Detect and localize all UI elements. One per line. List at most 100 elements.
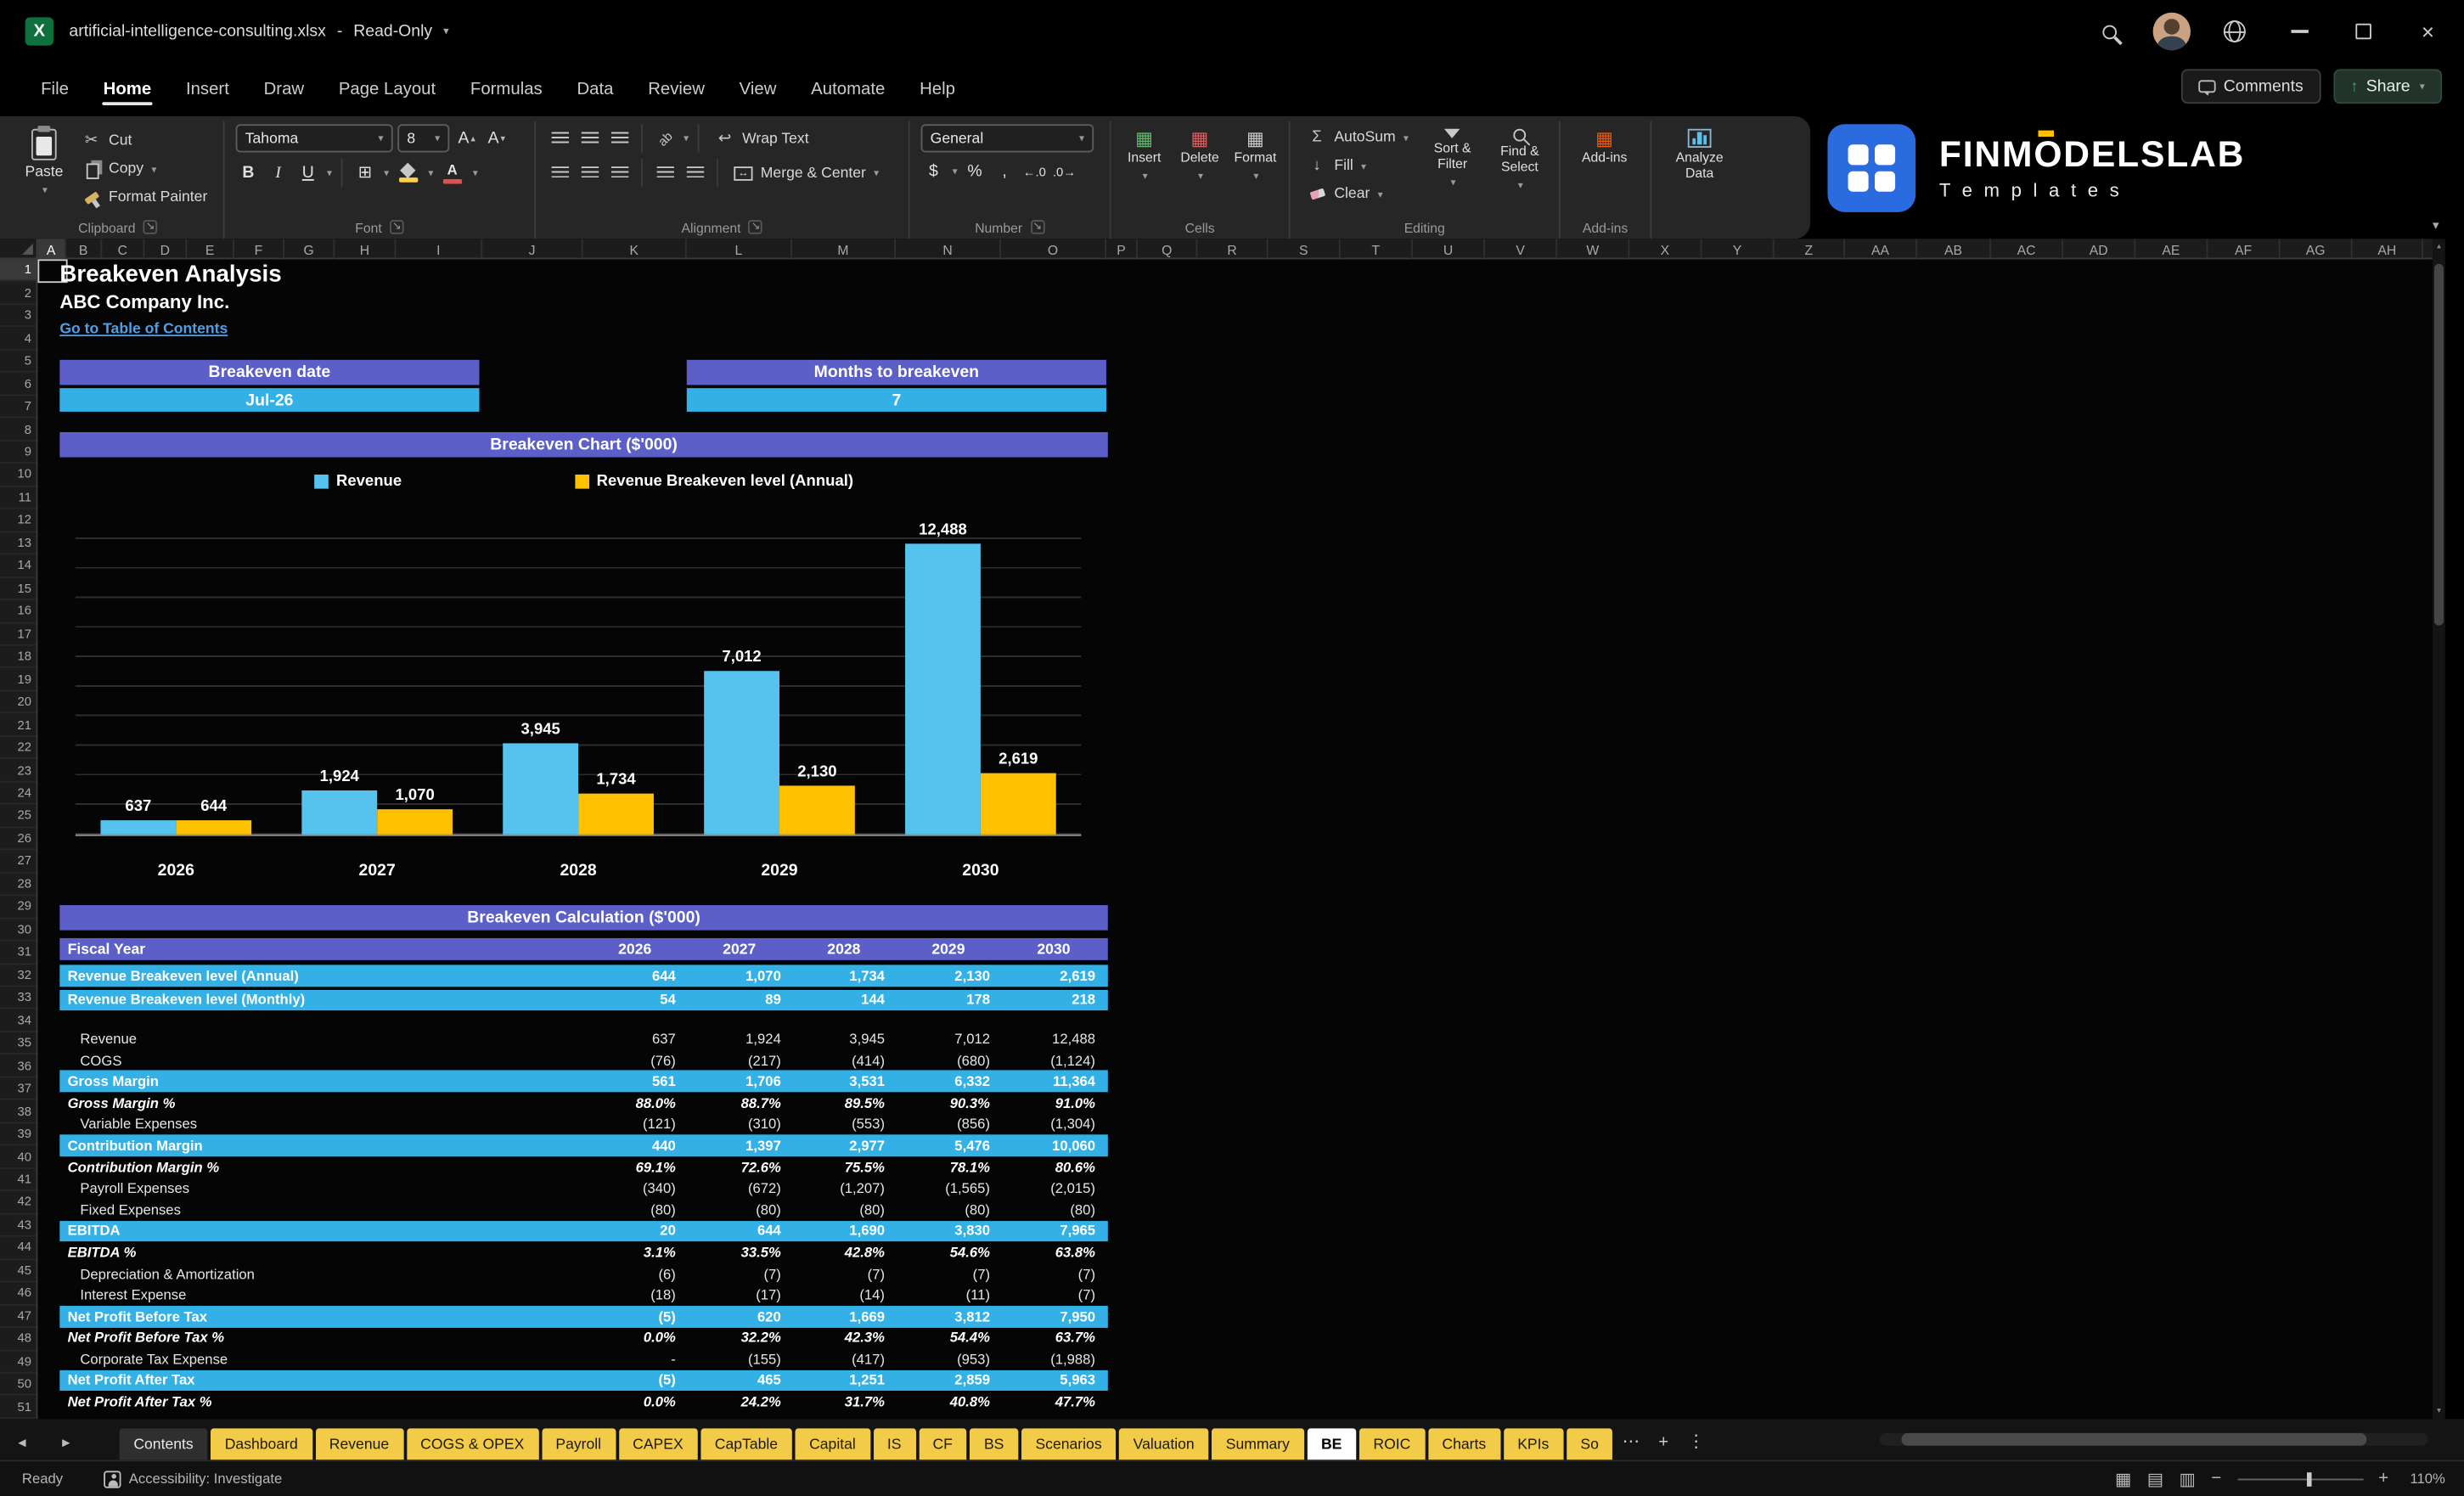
cell-value[interactable]: 31.7% [792, 1394, 896, 1410]
table-of-contents-link[interactable]: Go to Table of Contents [59, 321, 228, 338]
column-header-e[interactable]: E [187, 239, 234, 260]
row-header-32[interactable]: 32 [0, 965, 37, 987]
row-header-31[interactable]: 31 [0, 942, 37, 965]
clipboard-dialog-launcher[interactable]: ↘ [143, 220, 158, 234]
grow-font-button[interactable]: A ▴ [454, 126, 480, 151]
cell-value[interactable]: (5) [583, 1373, 687, 1389]
row-header-42[interactable]: 42 [0, 1191, 37, 1215]
row-header-12[interactable]: 12 [0, 509, 37, 532]
alignment-dialog-launcher[interactable]: ↘ [748, 220, 763, 234]
scroll-down-icon[interactable]: ▾ [2433, 1406, 2445, 1415]
cell-value[interactable]: (155) [687, 1351, 792, 1367]
row-header-6[interactable]: 6 [0, 373, 37, 396]
column-header-w[interactable]: W [1557, 239, 1630, 260]
cell-value[interactable]: 1,669 [792, 1308, 896, 1324]
maximize-button[interactable] [2343, 11, 2384, 52]
cell-value[interactable]: (340) [583, 1180, 687, 1196]
row-header-40[interactable]: 40 [0, 1146, 37, 1169]
cell-value[interactable]: (7) [1001, 1287, 1106, 1303]
breakeven-date-value[interactable]: Jul-26 [59, 388, 480, 412]
cell-value[interactable]: 54 [583, 993, 687, 1009]
page-break-view-button[interactable]: ▥ [2180, 1469, 2196, 1488]
increase-decimal-button[interactable]: ←.0 [1022, 159, 1048, 184]
cell-value[interactable]: 218 [1001, 993, 1106, 1009]
cell-value[interactable]: 20 [583, 1223, 687, 1240]
sheet-tab-be[interactable]: BE [1307, 1428, 1357, 1460]
column-header-ad[interactable]: AD [2063, 239, 2136, 260]
row-header-25[interactable]: 25 [0, 805, 37, 828]
cell-value[interactable]: 2,130 [896, 968, 1001, 984]
cell-value[interactable]: 10,060 [1001, 1138, 1106, 1154]
cell-value[interactable]: 40.8% [896, 1394, 1001, 1410]
cell-value[interactable]: 144 [792, 993, 896, 1009]
cell-value[interactable]: 91.0% [1001, 1095, 1106, 1111]
menu-tab-insert[interactable]: Insert [170, 70, 245, 108]
row-header-19[interactable]: 19 [0, 668, 37, 692]
column-header-y[interactable]: Y [1702, 239, 1775, 260]
cell-value[interactable]: 63.8% [1001, 1245, 1106, 1261]
addins-button[interactable]: ▦ Add-ins [1572, 124, 1638, 166]
bar-revenue-2028[interactable]: 3,945 [503, 721, 579, 835]
column-header-l[interactable]: L [687, 239, 792, 260]
row-header-17[interactable]: 17 [0, 623, 37, 646]
cell-value[interactable]: 2,619 [1001, 968, 1106, 984]
sheet-tab-contents[interactable]: Contents [119, 1428, 208, 1460]
bar-breakeven-2029[interactable]: 2,130 [779, 763, 855, 835]
cell-value[interactable]: 440 [583, 1138, 687, 1154]
copy-button[interactable]: Copy ▾ [76, 155, 212, 182]
cell-value[interactable]: 2,859 [896, 1373, 1001, 1389]
cell-value[interactable]: (856) [896, 1116, 1001, 1133]
title-dropdown-chevron[interactable]: ▾ [443, 25, 449, 37]
close-button[interactable]: × [2407, 11, 2448, 52]
cell-value[interactable]: 3.1% [583, 1245, 687, 1261]
row-header-30[interactable]: 30 [0, 919, 37, 942]
borders-button[interactable]: ⊞ [352, 160, 378, 186]
column-header-a[interactable]: A [37, 239, 66, 260]
menu-tab-file[interactable]: File [25, 70, 85, 108]
bar-revenue-2026[interactable]: 637 [100, 797, 177, 835]
currency-format-button[interactable]: $ [921, 159, 947, 184]
cell-value[interactable]: 0.0% [583, 1330, 687, 1346]
sheet-tab-summary[interactable]: Summary [1212, 1428, 1304, 1460]
column-header-n[interactable]: N [896, 239, 1001, 260]
cell-value[interactable]: 644 [687, 1223, 792, 1240]
cell-value[interactable]: 561 [583, 1073, 687, 1089]
row-header-26[interactable]: 26 [0, 828, 37, 851]
menu-tab-home[interactable]: Home [87, 70, 167, 108]
bar-breakeven-2026[interactable]: 644 [176, 797, 252, 835]
cell-value[interactable]: (80) [583, 1201, 687, 1218]
row-header-21[interactable]: 21 [0, 714, 37, 737]
autosum-button[interactable]: Σ AutoSum ▾ [1301, 124, 1413, 150]
column-header-b[interactable]: B [66, 239, 103, 260]
menu-tab-page-layout[interactable]: Page Layout [323, 70, 451, 108]
column-header-ae[interactable]: AE [2135, 239, 2208, 260]
column-header-u[interactable]: U [1413, 239, 1486, 260]
sheet-tab-cf[interactable]: CF [918, 1428, 967, 1460]
row-header-24[interactable]: 24 [0, 782, 37, 806]
sheet-tab-capex[interactable]: CAPEX [618, 1428, 698, 1460]
search-button[interactable] [2089, 11, 2129, 52]
zoom-out-button[interactable]: − [2211, 1469, 2221, 1488]
align-top-button[interactable] [547, 126, 572, 151]
cell-value[interactable]: 78.1% [896, 1159, 1001, 1175]
cell-value[interactable]: 54.6% [896, 1245, 1001, 1261]
zoom-level[interactable]: 110% [2405, 1471, 2444, 1487]
horizontal-scrollbar-thumb[interactable] [1901, 1432, 2367, 1446]
cell-value[interactable]: 1,070 [687, 968, 792, 984]
sort-filter-button[interactable]: Sort & Filter ▾ [1424, 124, 1480, 188]
sheet-tab-revenue[interactable]: Revenue [315, 1428, 403, 1460]
column-header-j[interactable]: J [482, 239, 583, 260]
sheet-tab-is[interactable]: IS [873, 1428, 916, 1460]
find-select-button[interactable]: Find & Select ▾ [1492, 124, 1548, 191]
new-sheet-button[interactable]: + [1649, 1433, 1678, 1459]
menu-tab-automate[interactable]: Automate [796, 70, 901, 108]
cell-value[interactable]: (2,015) [1001, 1180, 1106, 1196]
select-all-corner[interactable] [0, 239, 38, 260]
align-left-button[interactable] [547, 160, 572, 186]
column-header-o[interactable]: O [1001, 239, 1106, 260]
spreadsheet-cells[interactable]: Breakeven Analysis ABC Company Inc. Go t… [37, 259, 2433, 1419]
cell-value[interactable]: 637 [583, 1031, 687, 1047]
bar-breakeven-2028[interactable]: 1,734 [578, 772, 654, 835]
cell-value[interactable]: 32.2% [687, 1330, 792, 1346]
cell-value[interactable]: 1,397 [687, 1138, 792, 1154]
